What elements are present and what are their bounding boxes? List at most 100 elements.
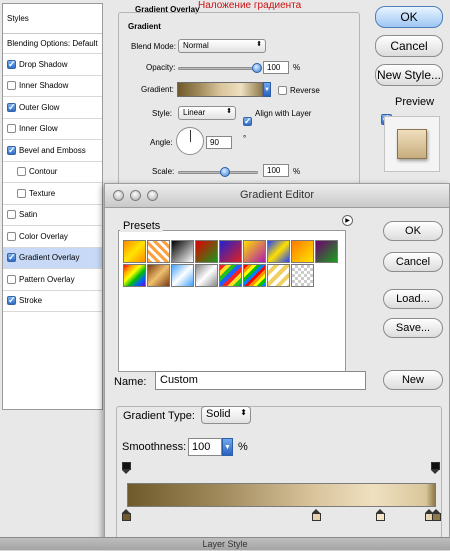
gradient-type-select[interactable]: Solid ⬍ <box>201 406 251 424</box>
presets-menu-icon[interactable]: ▶ <box>342 215 353 226</box>
texture-checkbox[interactable] <box>17 188 26 198</box>
inner-shadow-checkbox[interactable] <box>7 81 16 91</box>
styles-panel-title: Styles <box>3 4 102 34</box>
style-item-satin[interactable]: Satin <box>3 205 102 226</box>
gradient-editor-title: Gradient Editor <box>240 189 314 201</box>
smoothness-label: Smoothness: <box>122 441 187 453</box>
color-stop[interactable] <box>376 509 385 521</box>
layer-style-title-strip: Layer Style <box>0 537 450 550</box>
preset-swatch[interactable] <box>267 240 290 263</box>
blending-options-label: Blending Options: Default <box>7 39 98 48</box>
style-item-gradient-overlay[interactable]: Gradient Overlay <box>3 247 102 269</box>
style-item-label: Texture <box>29 188 56 198</box>
satin-checkbox[interactable] <box>7 210 16 220</box>
gradient-editor-titlebar[interactable]: Gradient Editor <box>105 184 449 208</box>
scale-input[interactable]: 100 <box>263 164 289 177</box>
bevel-emboss-checkbox[interactable] <box>7 145 16 156</box>
style-item-stroke[interactable]: Stroke <box>3 291 102 312</box>
new-style-button[interactable]: New Style... <box>375 64 443 86</box>
blend-mode-select[interactable]: Normal ⬍ <box>178 39 266 53</box>
scale-slider-knob[interactable] <box>220 167 230 177</box>
new-gradient-button[interactable]: New <box>383 370 443 390</box>
styles-panel: Styles Blending Options: Default Drop Sh… <box>2 3 103 410</box>
opacity-stop[interactable] <box>431 462 440 474</box>
style-item-contour[interactable]: Contour <box>3 162 102 183</box>
style-item-texture[interactable]: Texture <box>3 183 102 205</box>
gradient-editor-load-button[interactable]: Load... <box>383 289 443 309</box>
style-item-pattern-overlay[interactable]: Pattern Overlay <box>3 269 102 291</box>
preset-swatch[interactable] <box>219 264 242 287</box>
gradient-type-value: Solid <box>206 408 231 420</box>
preset-swatch[interactable] <box>267 264 290 287</box>
angle-label: Angle: <box>150 138 173 147</box>
angle-dial[interactable] <box>176 127 204 155</box>
style-label: Style: <box>152 109 173 118</box>
scale-slider[interactable] <box>178 171 258 174</box>
preset-swatch[interactable] <box>243 264 266 287</box>
align-with-layer-checkbox[interactable] <box>243 116 252 127</box>
preset-swatch[interactable] <box>123 240 146 263</box>
stroke-checkbox[interactable] <box>7 295 16 306</box>
preset-swatch[interactable] <box>123 264 146 287</box>
preset-swatch[interactable] <box>195 264 218 287</box>
style-item-label: Contour <box>29 167 58 177</box>
style-item-inner-glow[interactable]: Inner Glow <box>3 119 102 140</box>
gradient-picker[interactable] <box>177 82 263 97</box>
style-item-outer-glow[interactable]: Outer Glow <box>3 97 102 119</box>
contour-checkbox[interactable] <box>17 167 26 177</box>
gradient-preview-bar[interactable] <box>127 483 436 507</box>
opacity-unit: % <box>293 63 301 72</box>
preset-swatch[interactable] <box>315 240 338 263</box>
gradient-type-label: Gradient Type: <box>121 410 197 422</box>
style-item-label: Inner Glow <box>19 124 58 134</box>
style-item-bevel-emboss[interactable]: Bevel and Emboss <box>3 140 102 162</box>
preset-swatch[interactable] <box>171 240 194 263</box>
opacity-slider[interactable] <box>178 67 258 70</box>
color-overlay-checkbox[interactable] <box>7 231 16 241</box>
gradient-editor-ok-button[interactable]: OK <box>383 221 443 241</box>
preset-swatch[interactable] <box>291 264 314 287</box>
style-item-drop-shadow[interactable]: Drop Shadow <box>3 54 102 76</box>
preset-swatch[interactable] <box>147 240 170 263</box>
scale-label: Scale: <box>152 167 175 176</box>
preset-swatch[interactable] <box>195 240 218 263</box>
gradient-name-input[interactable]: Custom <box>155 371 366 390</box>
gradient-subgroup-title: Gradient <box>126 22 163 31</box>
style-item-color-overlay[interactable]: Color Overlay <box>3 226 102 248</box>
opacity-stop[interactable] <box>122 462 131 474</box>
inner-glow-checkbox[interactable] <box>7 124 16 134</box>
preset-swatch[interactable] <box>291 240 314 263</box>
gradient-editor-cancel-button[interactable]: Cancel <box>383 252 443 272</box>
color-stop[interactable] <box>432 509 441 521</box>
style-item-label: Stroke <box>19 296 43 306</box>
style-select[interactable]: Linear ⬍ <box>178 106 236 120</box>
style-item-inner-shadow[interactable]: Inner Shadow <box>3 76 102 97</box>
gradient-overlay-checkbox[interactable] <box>7 252 16 263</box>
angle-input[interactable]: 90 <box>206 136 232 149</box>
opacity-input[interactable]: 100 <box>263 61 289 74</box>
preset-swatch[interactable] <box>147 264 170 287</box>
dropdown-arrow-icon[interactable]: ▼ <box>222 438 233 456</box>
preset-swatch[interactable] <box>219 240 242 263</box>
preset-swatch[interactable] <box>243 240 266 263</box>
reverse-checkbox[interactable] <box>278 86 287 95</box>
smoothness-input[interactable]: 100 <box>188 438 222 456</box>
pattern-overlay-checkbox[interactable] <box>7 274 16 284</box>
layer-style-ok-button[interactable]: OK <box>375 6 443 28</box>
blending-options-item[interactable]: Blending Options: Default <box>3 34 102 54</box>
gradient-editor-save-button[interactable]: Save... <box>383 318 443 338</box>
gradient-settings-group <box>116 406 442 544</box>
preview-label: Preview <box>395 96 435 108</box>
angle-unit: ° <box>243 134 247 143</box>
preset-swatch[interactable] <box>171 264 194 287</box>
outer-glow-checkbox[interactable] <box>7 102 16 113</box>
color-stop[interactable] <box>312 509 321 521</box>
dropdown-arrow-icon[interactable]: ▼ <box>263 82 271 97</box>
drop-shadow-checkbox[interactable] <box>7 59 16 70</box>
name-label: Name: <box>114 376 147 388</box>
updown-arrows-icon: ⬍ <box>226 108 232 115</box>
opacity-slider-knob[interactable] <box>252 63 262 73</box>
color-stop[interactable] <box>122 509 131 521</box>
layer-style-cancel-button[interactable]: Cancel <box>375 35 443 57</box>
style-item-label: Bevel and Emboss <box>19 145 86 155</box>
